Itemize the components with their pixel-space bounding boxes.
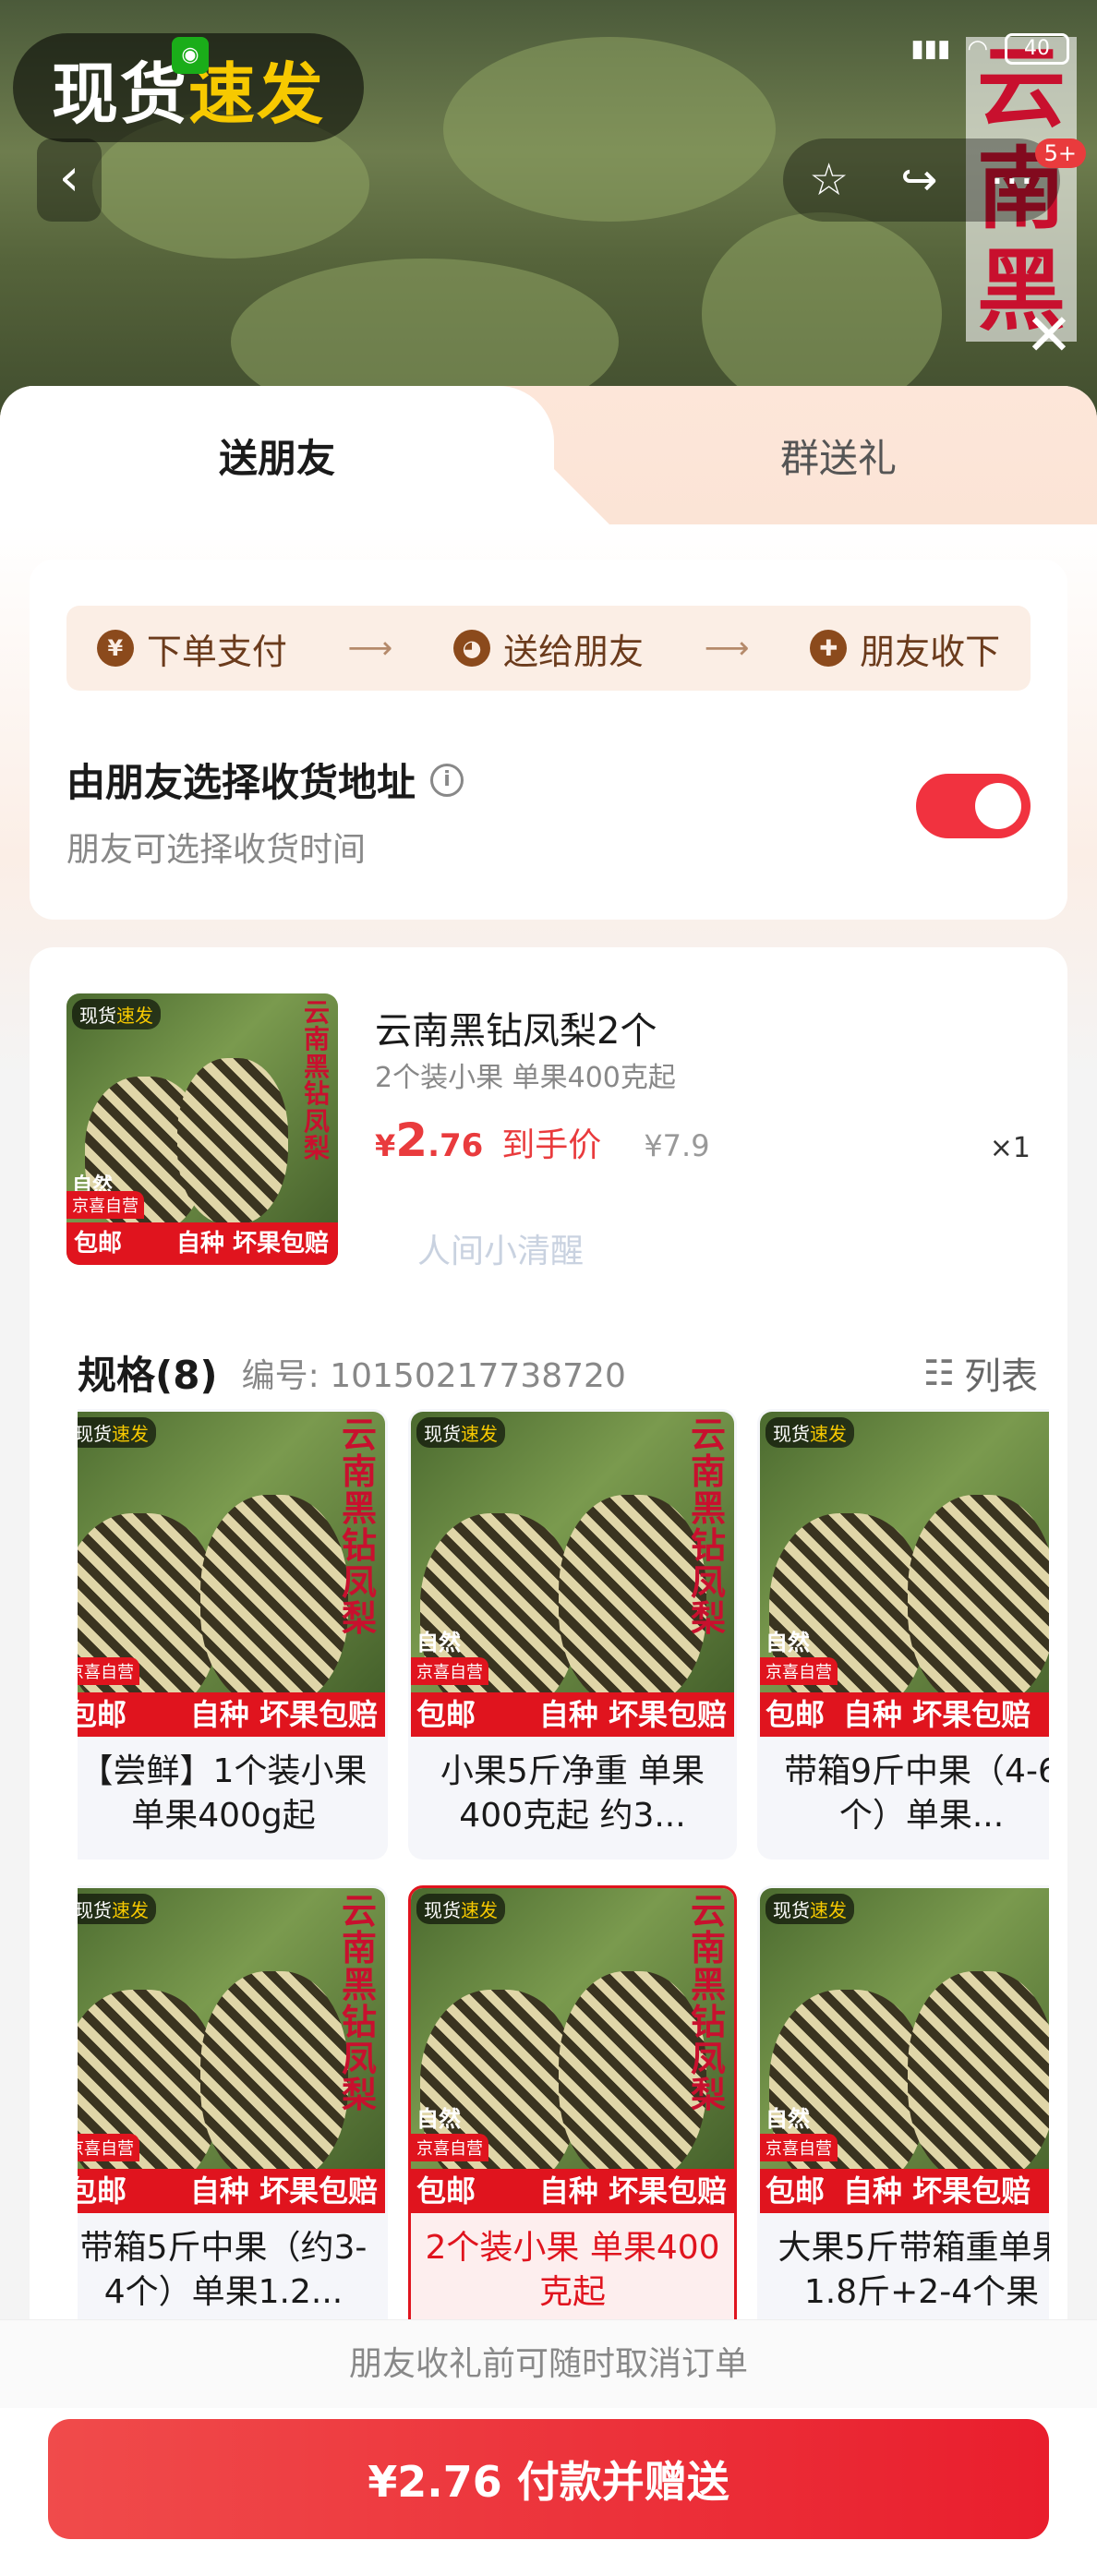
option-image: 现货速发 云南黑钻凤梨 京喜自营 包邮自种 坏果包赔 — [78, 1888, 385, 2213]
back-button[interactable]: ‹ — [37, 138, 102, 222]
top-actions: ☆ ↪ ⋯ — [783, 138, 1060, 222]
list-view-button[interactable]: ☷ 列表 — [923, 1346, 1038, 1400]
cancel-note: 朋友收礼前可随时取消订单 — [0, 2319, 1097, 2408]
spec-option[interactable]: 现货速发 云南黑钻凤梨 京喜自营 包邮自种 坏果包赔 【尝鲜】1个装小果 单果4… — [78, 1409, 388, 1860]
product-code: 编号: 10150217738720 — [241, 1356, 626, 1395]
spec-option[interactable]: 现货速发 云南黑钻凤梨 自然 京喜自营 包邮自种 坏果包赔 大果5斤带箱重单果1… — [757, 1885, 1049, 2332]
step-receive: ✚ 朋友收下 — [810, 623, 1000, 674]
share-icon[interactable]: ↪ — [900, 154, 937, 206]
pay-bar: ¥2.76 付款并赠送 — [0, 2408, 1097, 2576]
spec-option[interactable]: 现货速发 云南黑钻凤梨 自然 京喜自营 包邮 自种 坏果包赔 小果5斤净重 单果4… — [408, 1409, 737, 1860]
spec-option[interactable]: 现货速发 云南黑钻凤梨 自然 京喜自营 包邮自种 坏果包赔 带箱9斤中果（4-6… — [757, 1409, 1049, 1860]
spec-option-selected[interactable]: 现货速发 云南黑钻凤梨 自然 京喜自营 包邮 自种 坏果包赔 2个装小果 单果40… — [408, 1885, 737, 2332]
original-price: ¥7.9 — [644, 1128, 710, 1163]
price-tag: 到手价 — [501, 1126, 602, 1164]
option-image: 现货速发 云南黑钻凤梨 自然 京喜自营 包邮自种 坏果包赔 — [411, 1412, 734, 1737]
status-bar: ▮▮▮ ◠ 40 — [910, 33, 1069, 65]
quantity: ×1 — [989, 1132, 1031, 1164]
battery-icon: 40 — [1005, 33, 1069, 65]
product-spec: 2个装小果 单果400克起 — [375, 1062, 676, 1094]
star-icon[interactable]: ☆ — [809, 154, 849, 206]
gift-sheet: 群送礼 送朋友 ¥ 下单支付 ⟶ ◕ 送给朋友 ⟶ ✚ 朋友收下 由朋友选择收货… — [0, 386, 1097, 2576]
option-image: 现货速发 云南黑钻凤梨 自然 京喜自营 包邮自种 坏果包赔 — [760, 1412, 1049, 1737]
pay-and-gift-button[interactable]: ¥2.76 付款并赠送 — [48, 2419, 1049, 2539]
steps-bar: ¥ 下单支付 ⟶ ◕ 送给朋友 ⟶ ✚ 朋友收下 — [66, 606, 1031, 691]
step-pay: ¥ 下单支付 — [96, 623, 287, 674]
arrow-right-icon: ⟶ — [704, 630, 750, 667]
arrow-right-icon: ⟶ — [347, 630, 393, 667]
spec-header: 规格(8) 编号: 10150217738720 ☷ 列表 — [78, 1344, 1038, 1401]
option-image: 现货速发 云南黑钻凤梨 自然 京喜自营 包邮自种 坏果包赔 — [760, 1888, 1049, 2213]
option-image: 现货速发 云南黑钻凤梨 京喜自营 包邮自种 坏果包赔 — [78, 1412, 385, 1737]
product-name: 云南黑钻凤梨2个 — [375, 1010, 657, 1053]
address-title: 由朋友选择收货地址 i — [66, 752, 464, 808]
product-thumbnail[interactable]: 现货速发 云南黑钻凤梨 自然 京喜自营 包邮 自种 坏果包赔 — [66, 993, 338, 1265]
gift-steps-card: ¥ 下单支付 ⟶ ◕ 送给朋友 ⟶ ✚ 朋友收下 由朋友选择收货地址 i 朋友可… — [30, 560, 1067, 920]
spec-option[interactable]: 现货速发 云南黑钻凤梨 京喜自营 包邮自种 坏果包赔 带箱5斤中果（约3-4个）… — [78, 1885, 388, 2332]
spec-options-grid: 现货速发 云南黑钻凤梨 京喜自营 包邮自种 坏果包赔 【尝鲜】1个装小果 单果4… — [78, 1409, 1049, 2332]
gift-tabs: 群送礼 送朋友 — [0, 386, 1097, 524]
more-icon[interactable]: ⋯ — [990, 154, 1034, 206]
spec-title: 规格(8) — [78, 1353, 218, 1398]
wechat-icon: ◕ — [452, 630, 490, 667]
info-icon[interactable]: i — [430, 763, 464, 797]
chevron-left-icon: ‹ — [58, 148, 80, 208]
product-price: ¥2.76 到手价 ¥7.9 — [375, 1113, 710, 1167]
option-image: 现货速发 云南黑钻凤梨 自然 京喜自营 包邮自种 坏果包赔 — [411, 1888, 734, 2213]
signal-icon: ▮▮▮ — [910, 35, 951, 63]
wechat-icon: ◉ — [172, 37, 209, 74]
gift-icon: ✚ — [810, 630, 848, 667]
list-icon: ☷ — [922, 1352, 955, 1393]
yen-coin-icon: ¥ — [96, 630, 134, 667]
wifi-icon: ◠ — [967, 35, 988, 63]
step-send: ◕ 送给朋友 — [452, 623, 644, 674]
tab-send-friend[interactable]: 送朋友 — [0, 386, 554, 524]
tab-group-gift[interactable]: 群送礼 — [580, 386, 1097, 524]
address-subtitle: 朋友可选择收货时间 — [66, 831, 367, 869]
close-icon[interactable]: ✕ — [1025, 301, 1073, 368]
friend-address-toggle[interactable] — [916, 774, 1031, 838]
watermark: 人间小清醒 — [417, 1233, 585, 1270]
message-badge: 5+ — [1034, 138, 1086, 168]
